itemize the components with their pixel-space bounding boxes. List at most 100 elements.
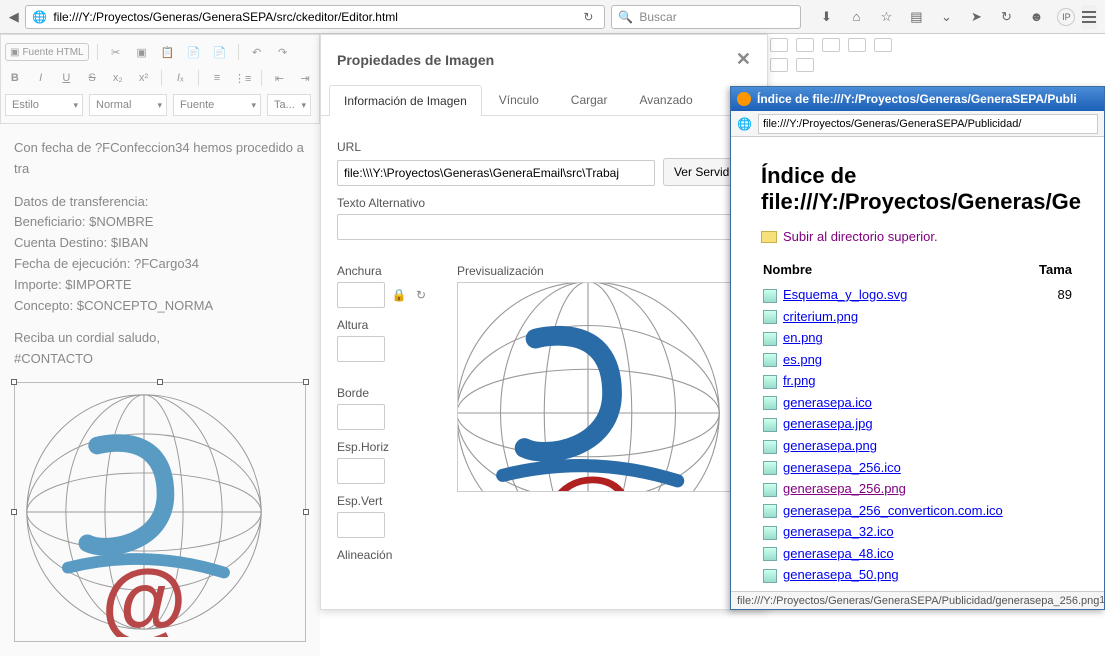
reload-button[interactable]: ↻: [578, 7, 598, 27]
paste-text-icon[interactable]: 📄: [184, 42, 204, 62]
content-line: Con fecha de ?FConfeccion34 hemos proced…: [14, 138, 306, 180]
download-icon[interactable]: ⬇: [817, 8, 835, 26]
underline-icon[interactable]: U: [56, 68, 76, 88]
italic-icon[interactable]: I: [31, 68, 51, 88]
tool-icon[interactable]: [796, 38, 814, 52]
back-button[interactable]: ◀: [8, 6, 19, 28]
hspace-input[interactable]: [337, 458, 385, 484]
file-link[interactable]: es.png: [783, 352, 822, 367]
globe-icon: 🌐: [737, 117, 752, 131]
file-link[interactable]: criterium.png: [783, 309, 858, 324]
chat-icon[interactable]: ☻: [1027, 8, 1045, 26]
file-row: es.png: [763, 350, 1072, 370]
size-select[interactable]: Ta...: [267, 94, 311, 116]
copy-icon[interactable]: ▣: [132, 42, 152, 62]
file-link[interactable]: generasepa_256.png: [783, 481, 906, 496]
close-button[interactable]: ✕: [736, 49, 751, 70]
file-row: criterium.png: [763, 307, 1072, 327]
menu-button[interactable]: [1081, 5, 1097, 29]
style-select[interactable]: Estilo: [5, 94, 83, 116]
file-row: generasepa_256.png: [763, 479, 1072, 499]
alt-input[interactable]: [337, 214, 751, 240]
url-input[interactable]: [337, 160, 655, 186]
file-link[interactable]: generasepa_32.ico: [783, 524, 894, 539]
file-link[interactable]: generasepa_256_converticon.com.ico: [783, 503, 1003, 518]
file-row: generasepa_48.ico: [763, 544, 1072, 564]
tab-info[interactable]: Información de Imagen: [329, 85, 482, 116]
undo-icon[interactable]: ↶: [247, 42, 267, 62]
file-link[interactable]: Esquema_y_logo.svg: [783, 287, 907, 302]
tab-link[interactable]: Vínculo: [484, 84, 554, 115]
border-input[interactable]: [337, 404, 385, 430]
reset-icon[interactable]: ↻: [413, 287, 429, 303]
removeformat-icon[interactable]: Iₓ: [170, 68, 190, 88]
height-input[interactable]: [337, 336, 385, 362]
file-link[interactable]: fr.png: [783, 373, 816, 388]
width-input[interactable]: [337, 282, 385, 308]
file-row: generasepa_256_converticon.com.ico: [763, 501, 1072, 521]
file-row: generasepa.ico: [763, 393, 1072, 413]
font-select[interactable]: Fuente: [173, 94, 261, 116]
home-icon[interactable]: ⌂: [847, 8, 865, 26]
svg-text:@: @: [540, 457, 636, 492]
sub-icon[interactable]: x₂: [108, 68, 128, 88]
file-size: [1035, 436, 1072, 456]
send-icon[interactable]: ➤: [967, 8, 985, 26]
file-row: generasepa.jpg: [763, 414, 1072, 434]
tool-icon[interactable]: [770, 38, 788, 52]
toolbar-icons: ⬇ ⌂ ☆ ▤ ⌄ ➤ ↻ ☻ IP: [817, 8, 1075, 26]
vspace-input[interactable]: [337, 512, 385, 538]
strike-icon[interactable]: S: [82, 68, 102, 88]
url-input[interactable]: [53, 10, 572, 24]
file-icon: [763, 375, 777, 389]
file-row: generasepa_256.ico: [763, 458, 1072, 478]
bookmark-icon[interactable]: ☆: [877, 8, 895, 26]
image-properties-dialog: Propiedades de Imagen ✕ Información de I…: [320, 34, 768, 610]
tab-advanced[interactable]: Avanzado: [624, 84, 707, 115]
file-size: [1035, 565, 1072, 585]
popup-url-input[interactable]: [758, 114, 1098, 134]
bold-icon[interactable]: B: [5, 68, 25, 88]
tool-icon[interactable]: [770, 58, 788, 72]
file-link[interactable]: generasepa.png: [783, 438, 877, 453]
url-bar[interactable]: 🌐 ↻: [25, 5, 605, 29]
paste-word-icon[interactable]: 📄: [210, 42, 230, 62]
redo-icon[interactable]: ↷: [273, 42, 293, 62]
selected-image[interactable]: @: [14, 382, 306, 642]
file-link[interactable]: en.png: [783, 330, 823, 345]
paste-icon[interactable]: 📋: [158, 42, 178, 62]
file-link[interactable]: generasepa.ico: [783, 395, 872, 410]
file-link[interactable]: generasepa_48.ico: [783, 546, 894, 561]
tab-upload[interactable]: Cargar: [556, 84, 623, 115]
lock-icon[interactable]: 🔒: [391, 287, 407, 303]
tool-icon[interactable]: [848, 38, 866, 52]
popup-titlebar[interactable]: Índice de file:///Y:/Proyectos/Generas/G…: [731, 87, 1104, 111]
file-table: Nombre Tama Esquema_y_logo.svg89criteriu…: [761, 260, 1074, 587]
file-row: generasepa.png: [763, 436, 1072, 456]
numlist-icon[interactable]: ≡: [207, 68, 227, 88]
ip-icon[interactable]: IP: [1057, 8, 1075, 26]
outdent-icon[interactable]: ⇤: [270, 68, 290, 88]
dialog-title: Propiedades de Imagen: [337, 52, 494, 68]
sup-icon[interactable]: x²: [134, 68, 154, 88]
bulllist-icon[interactable]: ⋮≡: [233, 68, 253, 88]
parent-dir-link[interactable]: Subir al directorio superior.: [761, 229, 1074, 244]
search-bar[interactable]: 🔍 Buscar: [611, 5, 801, 29]
file-link[interactable]: generasepa.jpg: [783, 416, 873, 431]
sync-icon[interactable]: ↻: [997, 8, 1015, 26]
file-link[interactable]: generasepa_256.ico: [783, 460, 901, 475]
source-button[interactable]: ▣Fuente HTML: [5, 43, 89, 61]
tool-icon[interactable]: [874, 38, 892, 52]
file-link[interactable]: generasepa_50.png: [783, 567, 899, 582]
file-icon: [763, 440, 777, 454]
preview-box: @: [457, 282, 751, 492]
cut-icon[interactable]: ✂: [106, 42, 126, 62]
pocket-icon[interactable]: ⌄: [937, 8, 955, 26]
format-select[interactable]: Normal: [89, 94, 167, 116]
align-label: Alineación: [337, 548, 437, 562]
tool-icon[interactable]: [822, 38, 840, 52]
readinglist-icon[interactable]: ▤: [907, 8, 925, 26]
tool-icon[interactable]: [796, 58, 814, 72]
editor-content[interactable]: Con fecha de ?FConfeccion34 hemos proced…: [0, 124, 320, 656]
indent-icon[interactable]: ⇥: [295, 68, 315, 88]
